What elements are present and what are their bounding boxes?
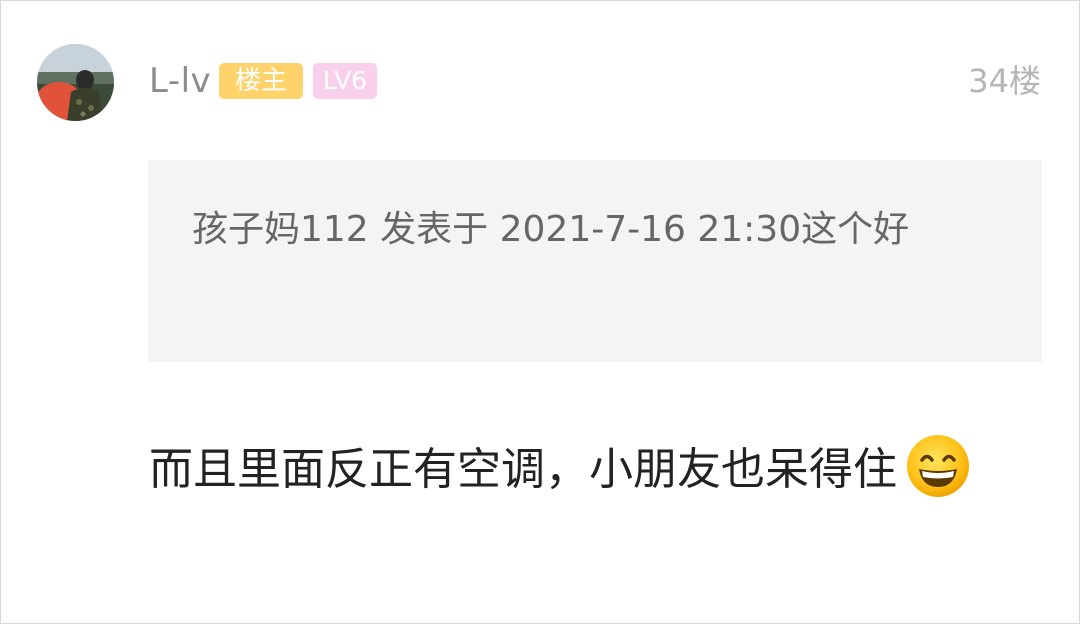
author-name[interactable]: L-lv — [149, 59, 211, 103]
forum-post: L-lv 楼主 LV6 34楼 孩子妈112 发表于 2021-7-16 21:… — [0, 0, 1080, 624]
quote-text: 孩子妈112 发表于 2021-7-16 21:30这个好 — [192, 209, 910, 250]
avatar[interactable] — [37, 44, 114, 121]
post-content: 而且里面反正有空调，小朋友也呆得住 — [149, 419, 989, 521]
post-content-text: 而且里面反正有空调，小朋友也呆得住 — [149, 444, 897, 495]
quoted-reply[interactable]: 孩子妈112 发表于 2021-7-16 21:30这个好 — [148, 160, 1042, 362]
floor-number: 34楼 — [968, 62, 1041, 100]
level-badge: LV6 — [313, 63, 377, 99]
grinning-face-icon — [905, 433, 971, 499]
avatar-image — [37, 44, 114, 121]
owner-badge: 楼主 — [219, 63, 303, 99]
